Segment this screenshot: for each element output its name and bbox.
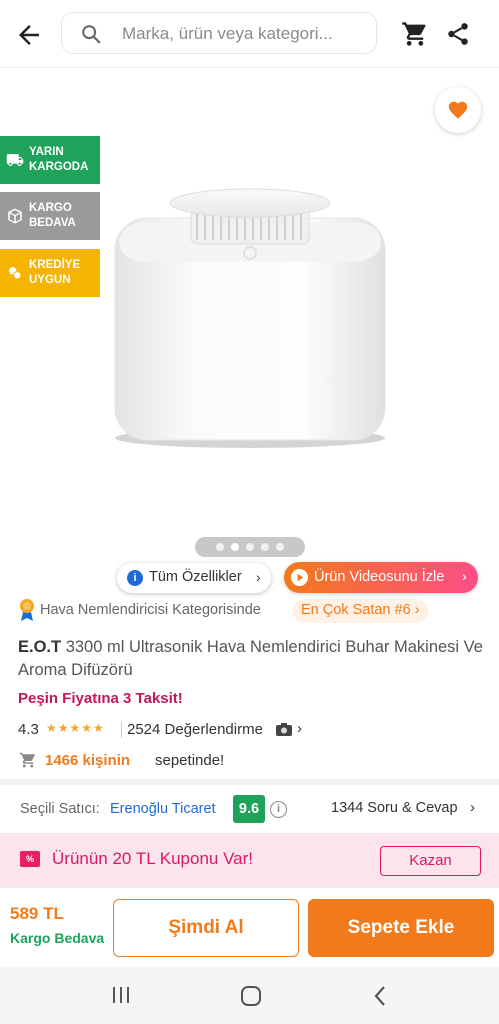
basket-suffix: sepetinde!: [155, 752, 225, 769]
truck-icon: [6, 154, 24, 166]
buy-now-button[interactable]: Şimdi Al: [113, 899, 299, 957]
heart-icon: [448, 101, 468, 119]
add-to-cart-button[interactable]: Sepete Ekle: [308, 899, 494, 957]
badge-credit-eligible: KREDİYE UYGUN: [0, 249, 100, 297]
chevron-right-icon: ›: [256, 569, 261, 585]
shipping-label: Kargo Bedava: [10, 930, 105, 946]
back-arrow-icon[interactable]: [14, 20, 44, 50]
watch-video-button[interactable]: Ürün Videosunu İzle ›: [284, 562, 478, 593]
pagination-dot[interactable]: [216, 543, 224, 551]
search-bar[interactable]: Marka, ürün veya kategori...: [61, 12, 377, 54]
basket-icon: [19, 752, 35, 768]
badge-line2: KARGODA: [29, 161, 89, 173]
qa-link[interactable]: 1344 Soru & Cevap: [331, 800, 458, 816]
chevron-right-icon: ›: [297, 720, 302, 737]
best-seller-label: En Çok Satan #6: [301, 602, 411, 618]
badge-line1: YARIN: [29, 146, 64, 158]
medal-icon: [20, 599, 34, 621]
seller-row: Seçili Satıcı: Erenoğlu Ticaret 9.6 i 13…: [0, 790, 499, 830]
category-rank-row: Hava Nemlendiricisi Kategorisinde En Çok…: [18, 598, 488, 624]
best-seller-badge[interactable]: En Çok Satan #6 ›: [293, 599, 428, 623]
info-icon[interactable]: i: [270, 801, 287, 818]
divider: [121, 721, 122, 738]
coins-icon: [9, 267, 22, 280]
seller-name[interactable]: Erenoğlu Ticaret: [110, 801, 216, 817]
pagination-dot[interactable]: [231, 543, 239, 551]
checkout-bar: 589 TL Kargo Bedava Şimdi Al Sepete Ekle: [0, 887, 499, 967]
search-placeholder: Marka, ürün veya kategori...: [122, 24, 333, 43]
badge-line2: UYGUN: [29, 274, 71, 286]
rating-value: 4.3: [18, 721, 39, 738]
gallery-pagination[interactable]: [195, 537, 305, 557]
all-features-button[interactable]: i Tüm Özellikler ›: [117, 563, 271, 593]
back-icon[interactable]: [372, 985, 388, 1007]
product-title: E.O.T 3300 ml Ultrasonik Hava Nemlendiri…: [18, 636, 483, 682]
pagination-dot[interactable]: [276, 543, 284, 551]
claim-coupon-button[interactable]: Kazan: [380, 846, 481, 876]
share-icon[interactable]: [445, 20, 471, 48]
home-icon[interactable]: [240, 985, 262, 1007]
basket-count: 1466 kişinin: [45, 752, 131, 769]
badge-line1: KREDİYE: [29, 259, 81, 271]
badge-tomorrow-shipping: YARIN KARGODA: [0, 136, 100, 184]
installment-text: Peşin Fiyatına 3 Taksit!: [18, 690, 183, 707]
pagination-dot[interactable]: [261, 543, 269, 551]
coupon-icon: %: [20, 851, 40, 867]
top-bar: Marka, ürün veya kategori...: [0, 0, 499, 68]
cart-icon[interactable]: [401, 20, 429, 48]
coupon-text: Ürünün 20 TL Kuponu Var!: [52, 849, 253, 868]
rating-row[interactable]: 4.3 ★★★★★ 2524 Değerlendirme ›: [18, 719, 488, 741]
product-image[interactable]: [105, 188, 395, 458]
recent-apps-icon[interactable]: [110, 985, 132, 1005]
product-name: 3300 ml Ultrasonik Hava Nemlendirici Buh…: [18, 638, 483, 679]
badge-line2: BEDAVA: [29, 217, 76, 229]
chevron-right-icon: ›: [462, 568, 467, 584]
favorite-button[interactable]: [435, 87, 481, 133]
seller-score-badge: 9.6: [233, 795, 265, 823]
star-rating-icon: ★★★★★: [46, 721, 105, 735]
badge-line1: KARGO: [29, 202, 72, 214]
badge-free-shipping: KARGO BEDAVA: [0, 192, 100, 240]
info-icon: i: [127, 570, 143, 586]
seller-label: Seçili Satıcı:: [20, 801, 100, 817]
camera-icon: [276, 723, 292, 736]
price: 589 TL: [10, 904, 64, 923]
review-count: 2524 Değerlendirme: [127, 721, 263, 738]
system-nav-bar: [0, 967, 499, 1024]
section-divider: [0, 779, 499, 785]
pagination-dot[interactable]: [246, 543, 254, 551]
watch-video-label: Ürün Videosunu İzle: [314, 569, 445, 585]
box-icon: [8, 208, 22, 224]
search-icon: [82, 25, 101, 44]
play-icon: [291, 569, 308, 586]
chevron-right-icon: ›: [470, 799, 475, 816]
all-features-label: Tüm Özellikler: [149, 569, 242, 585]
coupon-banner: % Ürünün 20 TL Kuponu Var! Kazan: [0, 833, 499, 887]
product-brand[interactable]: E.O.T: [18, 638, 61, 656]
category-text: Hava Nemlendiricisi Kategorisinde: [40, 602, 261, 618]
